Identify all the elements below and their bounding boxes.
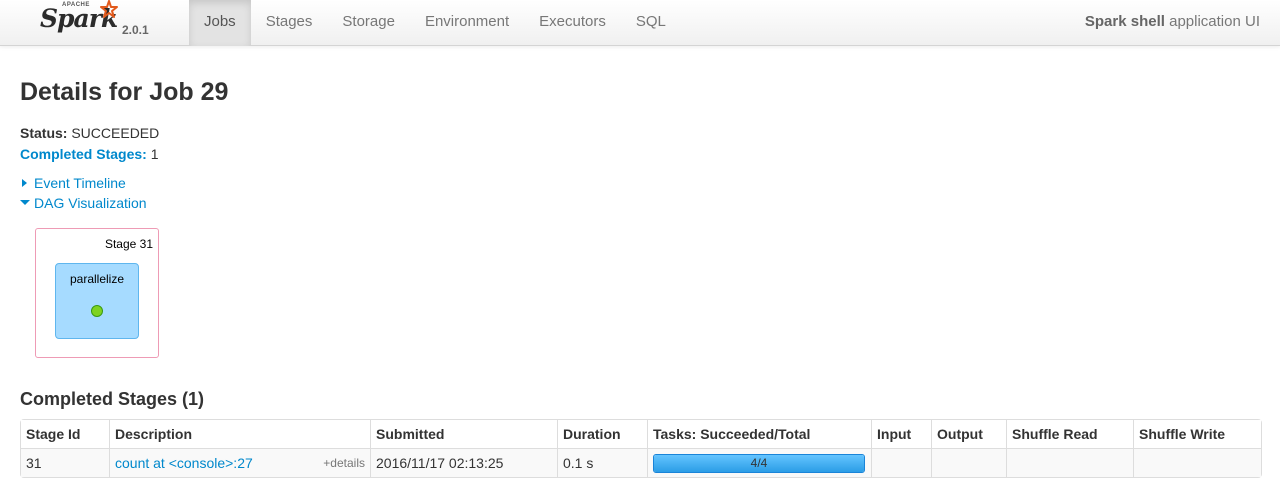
app-title: Spark shell application UI [1085, 0, 1260, 44]
nav-tabs: Jobs Stages Storage Environment Executor… [189, 0, 681, 46]
cell-submitted: 2016/11/17 02:13:25 [370, 448, 557, 477]
spark-star-icon [100, 0, 118, 18]
header-output[interactable]: Output [931, 420, 1006, 448]
app-name: Spark shell [1084, 13, 1165, 30]
dag-stage-label: Stage 31 [104, 237, 153, 251]
tab-stages[interactable]: Stages [251, 0, 328, 46]
cell-shuffle-read [1006, 448, 1133, 477]
cell-stage-id: 31 [21, 448, 109, 477]
completed-stages-table: Stage Id Description Submitted Duration … [20, 419, 1262, 478]
header-shuffle-read[interactable]: Shuffle Read [1006, 420, 1133, 448]
header-stage-id[interactable]: Stage Id [21, 420, 109, 448]
event-timeline-toggle[interactable]: Event Timeline [20, 175, 126, 191]
header-tasks[interactable]: Tasks: Succeeded/Total [647, 420, 871, 448]
cell-duration: 0.1 s [557, 448, 647, 477]
header-description[interactable]: Description [109, 420, 370, 448]
tasks-progress-bar: 4/4 [653, 453, 865, 473]
table-header-row: Stage Id Description Submitted Duration … [21, 420, 1261, 448]
tab-jobs[interactable]: Jobs [189, 0, 251, 46]
dag-visualization-toggle[interactable]: DAG Visualization [20, 195, 147, 211]
completed-stages-title: Completed Stages (1) [20, 389, 205, 409]
cell-shuffle-write [1133, 448, 1261, 477]
cell-tasks: 4/4 [647, 448, 871, 477]
table-row: 31 count at <console>:27 +details 2016/1… [21, 448, 1261, 477]
dag-rdd-label: parallelize [69, 272, 125, 286]
spark-logo[interactable]: APACHE Spark 2.0.1 [38, 0, 158, 44]
dag-visualization-label: DAG Visualization [34, 195, 147, 211]
tab-storage[interactable]: Storage [327, 0, 410, 46]
navbar: APACHE Spark 2.0.1 Jobs Stages Storage E… [0, 0, 1280, 46]
status-label: Status: [20, 125, 68, 141]
completed-stages-line: Completed Stages: 1 [20, 146, 159, 162]
brand-version: 2.0.1 [122, 23, 149, 37]
page-title: Details for Job 29 [20, 78, 229, 106]
status-value: SUCCEEDED [71, 125, 160, 141]
event-timeline-label: Event Timeline [34, 175, 126, 191]
details-toggle[interactable]: +details [323, 456, 365, 470]
app-title-suffix: application UI [1164, 13, 1260, 30]
status-line: Status: SUCCEEDED [20, 125, 159, 141]
header-duration[interactable]: Duration [557, 420, 647, 448]
completed-stages-count: 1 [150, 146, 159, 162]
completed-stages-link[interactable]: Completed Stages: [20, 146, 147, 162]
dag-node[interactable] [91, 305, 103, 317]
dag-stage-cluster[interactable]: Stage 31 parallelize [35, 228, 159, 358]
header-shuffle-write[interactable]: Shuffle Write [1133, 420, 1261, 448]
caret-right-icon [22, 179, 27, 187]
tasks-progress-text: 4/4 [750, 455, 768, 470]
tab-environment[interactable]: Environment [410, 0, 524, 46]
cell-input [871, 448, 931, 477]
caret-down-icon [20, 200, 30, 205]
cell-description: count at <console>:27 +details [109, 448, 370, 477]
dag-rdd-cluster: parallelize [55, 263, 139, 339]
tab-sql[interactable]: SQL [621, 0, 681, 46]
header-submitted[interactable]: Submitted [370, 420, 557, 448]
tab-executors[interactable]: Executors [524, 0, 621, 46]
stage-description-link[interactable]: count at <console>:27 [115, 455, 253, 471]
cell-output [931, 448, 1006, 477]
header-input[interactable]: Input [871, 420, 931, 448]
